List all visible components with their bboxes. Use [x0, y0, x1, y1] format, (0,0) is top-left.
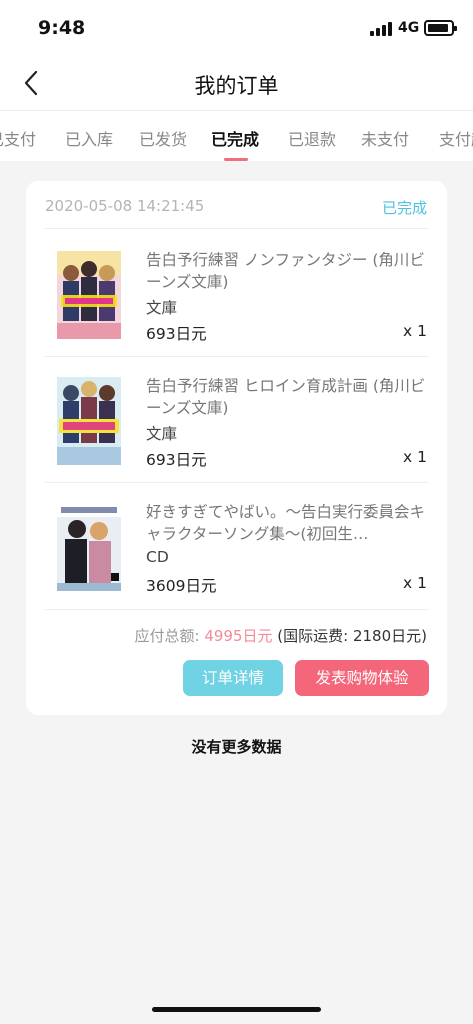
- signal-icon: [370, 22, 392, 36]
- order-item[interactable]: 告白予行練習 ヒロイン育成計画 (角川ビーンズ文庫) 文庫 693日元 x 1: [26, 363, 447, 483]
- order-detail-button[interactable]: 订单详情: [183, 660, 283, 696]
- product-price: 693日元: [146, 451, 207, 469]
- no-more-data-label: 没有更多数据: [191, 738, 282, 756]
- product-format: 文庫: [146, 425, 178, 443]
- tab-shipped[interactable]: 已发货: [139, 126, 187, 150]
- product-cover-image: [57, 251, 121, 339]
- home-indicator[interactable]: [152, 1007, 321, 1012]
- divider: [45, 482, 429, 483]
- product-name: 告白予行練習 ノンファンタジー (角川ビーンズ文庫): [146, 251, 425, 291]
- order-status: 已完成: [381, 199, 427, 217]
- product-quantity: x 1: [403, 448, 427, 466]
- page-title: 我的订单: [194, 74, 279, 98]
- network-type: 4G: [398, 20, 420, 36]
- top-bar: 9:48 4G 我的订单 已支付 已入库 已发货 已完成 已退款 未支付 支付超: [0, 0, 473, 161]
- product-quantity: x 1: [403, 322, 427, 340]
- order-card[interactable]: 2020-05-08 14:21:45 已完成 告白予行練習 ノンファンタジー …: [26, 181, 447, 715]
- tab-completed[interactable]: 已完成: [211, 126, 259, 150]
- divider: [45, 356, 429, 357]
- product-cover-image: [57, 503, 121, 591]
- tab-paid[interactable]: 已支付: [0, 126, 36, 150]
- navigation-bar: 我的订单: [0, 56, 473, 110]
- total-amount: 4995日元: [204, 627, 273, 645]
- order-item[interactable]: 告白予行練習 ノンファンタジー (角川ビーンズ文庫) 文庫 693日元 x 1: [26, 237, 447, 357]
- order-item[interactable]: 好きすぎてやばい。～告白実行委員会キャラクターソング集～(初回生… CD 360…: [26, 489, 447, 609]
- order-status-tabs: 已支付 已入库 已发货 已完成 已退款 未支付 支付超: [0, 111, 473, 161]
- order-total: 应付总额: 4995日元 (国际运费: 2180日元): [134, 625, 427, 646]
- divider: [45, 609, 429, 610]
- battery-icon: [424, 20, 457, 36]
- status-time: 9:48: [38, 17, 86, 39]
- product-format: CD: [146, 548, 169, 566]
- product-format: 文庫: [146, 299, 178, 317]
- product-name: 告白予行練習 ヒロイン育成計画 (角川ビーンズ文庫): [146, 377, 426, 417]
- divider: [45, 228, 429, 229]
- tab-warehoused[interactable]: 已入库: [65, 126, 113, 150]
- product-cover-image: [57, 377, 121, 465]
- product-price: 693日元: [146, 325, 207, 343]
- tab-refunded[interactable]: 已退款: [288, 126, 336, 150]
- product-price: 3609日元: [146, 577, 217, 595]
- tab-unpaid[interactable]: 未支付: [361, 126, 409, 150]
- product-name: 好きすぎてやばい。～告白実行委員会キャラクターソング集～(初回生…: [146, 503, 426, 543]
- tab-payment-overdue[interactable]: 支付超: [439, 126, 473, 150]
- order-datetime: 2020-05-08 14:21:45: [45, 197, 205, 215]
- shipping-fee-note: (国际运费: 2180日元): [277, 627, 427, 645]
- product-quantity: x 1: [403, 574, 427, 592]
- total-label: 应付总额:: [134, 627, 200, 645]
- active-tab-indicator: [224, 158, 248, 161]
- status-bar: 9:48 4G: [0, 0, 473, 56]
- post-review-button[interactable]: 发表购物体验: [295, 660, 429, 696]
